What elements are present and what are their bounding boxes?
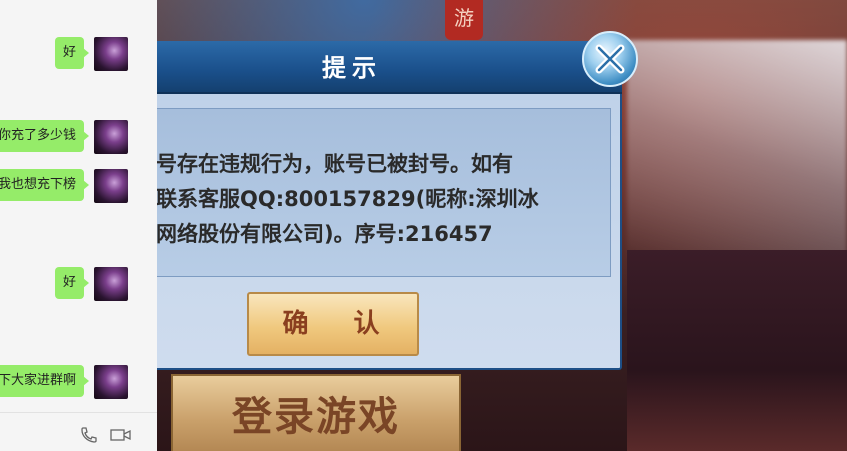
- message-line: 号存在违规行为，账号已被封号。如有: [157, 152, 513, 176]
- message-bubble[interactable]: 我也想充下榜: [0, 169, 90, 201]
- dialog-message-box: 号存在违规行为，账号已被封号。如有 联系客服QQ:800157829(昵称:深圳…: [157, 108, 611, 277]
- chat-message: 好: [0, 267, 157, 301]
- avatar[interactable]: [94, 120, 128, 154]
- dialog-message: 号存在违规行为，账号已被封号。如有 联系客服QQ:800157829(昵称:深圳…: [157, 147, 596, 252]
- close-icon: [584, 33, 636, 85]
- confirm-button[interactable]: 确 认: [247, 292, 419, 356]
- chat-message: 你充了多少钱: [0, 120, 157, 154]
- game-logo-seal: 游: [445, 0, 483, 40]
- avatar[interactable]: [94, 37, 128, 71]
- message-bubble[interactable]: 拉下大家进群啊: [0, 365, 90, 397]
- notice-dialog: 提示 号存在违规行为，账号已被封号。如有 联系客服QQ:800157829(昵称…: [157, 31, 638, 370]
- avatar[interactable]: [94, 365, 128, 399]
- chat-panel: 好 你充了多少钱 我也想充下榜 好 拉下大家进群啊: [0, 0, 157, 451]
- chat-message: 我也想充下榜: [0, 169, 157, 203]
- game-screen: 游 登录游戏 提示 号存在违规行为，账号已被封号。如有 联系客服QQ:80015…: [157, 0, 847, 451]
- video-call-icon[interactable]: [110, 427, 131, 443]
- avatar[interactable]: [94, 267, 128, 301]
- avatar[interactable]: [94, 169, 128, 203]
- chat-message: 好: [0, 37, 157, 71]
- dialog-title: 提示: [322, 54, 382, 82]
- chat-message: 拉下大家进群啊: [0, 365, 157, 399]
- close-button[interactable]: [582, 31, 638, 87]
- login-game-label: 登录游戏: [232, 393, 400, 440]
- message-line: 联系客服QQ:800157829(昵称:深圳冰: [157, 187, 539, 211]
- message-bubble[interactable]: 好: [54, 37, 90, 69]
- login-game-button[interactable]: 登录游戏: [171, 374, 461, 451]
- message-bubble[interactable]: 你充了多少钱: [0, 120, 90, 152]
- phone-icon[interactable]: [80, 427, 100, 443]
- message-line: 网络股份有限公司)。序号:216457: [157, 222, 493, 246]
- character-art-robe: [627, 250, 847, 451]
- chat-toolbar: [0, 412, 157, 451]
- chat-message-list[interactable]: 好 你充了多少钱 我也想充下榜 好 拉下大家进群啊: [0, 0, 157, 412]
- message-bubble[interactable]: 好: [54, 267, 90, 299]
